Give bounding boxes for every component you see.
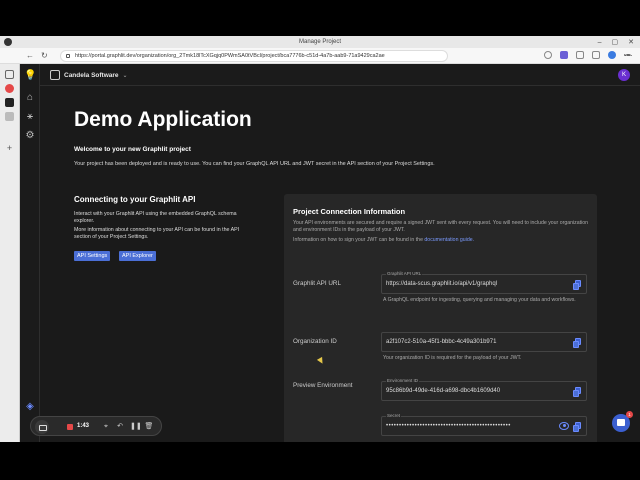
secret-field[interactable]: Secret •••••••••••••••••••••••••••••••••… xyxy=(381,413,587,436)
deployed-text: Your project has been deployed and is re… xyxy=(74,161,435,167)
minimize-icon[interactable]: – xyxy=(598,39,602,46)
api-settings-button[interactable]: API Settings xyxy=(74,251,111,261)
maximize-icon[interactable]: ▢ xyxy=(612,38,619,46)
star-icon[interactable] xyxy=(544,51,552,59)
cloud-icon[interactable] xyxy=(5,112,14,121)
home-icon[interactable]: ⌂ xyxy=(24,92,36,104)
welcome-heading: Welcome to your new Graphlit project xyxy=(74,146,191,153)
app-header: Candela Software ⌄ K xyxy=(40,64,640,86)
chat-launcher-button[interactable]: 1 xyxy=(612,411,633,432)
connecting-desc-2: More information about connecting to you… xyxy=(74,227,240,240)
recording-toolbar: 1:43 ⌖ ↶ ❚❚ 🗑 xyxy=(30,416,162,436)
card-info-text: Information on how to sign your JWT can … xyxy=(293,237,423,243)
settings-icon[interactable]: ⚙ xyxy=(24,130,36,142)
documentation-link[interactable]: documentation guide. xyxy=(424,237,474,243)
address-bar: ← ↻ https://portal.graphlit.dev/organiza… xyxy=(0,48,640,64)
window-title: Manage Project xyxy=(298,39,342,45)
org-id-label: Organization ID xyxy=(293,338,337,345)
avatar[interactable]: K xyxy=(618,69,630,81)
refresh-icon[interactable]: ↻ xyxy=(41,51,48,60)
favorites-icon[interactable] xyxy=(576,51,584,59)
more-icon[interactable] xyxy=(624,54,632,56)
layers-icon[interactable]: ◈ xyxy=(24,401,36,413)
graphql-url-field-label: Graphlit API URL xyxy=(386,271,423,276)
connecting-title: Connecting to your Graphlit API xyxy=(74,195,196,204)
org-selector[interactable]: Candela Software ⌄ xyxy=(50,68,128,82)
page-title: Demo Application xyxy=(74,108,252,131)
app-sidebar: 💡 ⌂ ⚹ ⚙ ◈ xyxy=(20,64,40,442)
collections-icon[interactable] xyxy=(592,51,600,59)
connecting-desc-1: Interact with your Graphlit API using th… xyxy=(74,211,237,224)
copy-icon[interactable] xyxy=(573,338,582,348)
url-text: https://portal.graphlit.dev/organization… xyxy=(75,53,385,59)
stop-record-button[interactable] xyxy=(67,424,73,430)
profile-icon[interactable] xyxy=(608,51,616,59)
environment-id-field[interactable]: Environment ID 95c86b9d-49de-416d-a698-d… xyxy=(381,378,587,401)
undo-icon[interactable]: ↶ xyxy=(115,421,125,433)
graphql-url-value: https://data-scus.graphlit.io/api/v1/gra… xyxy=(386,281,498,287)
eye-icon[interactable] xyxy=(559,422,569,430)
lock-icon xyxy=(66,54,70,58)
graphql-url-label: Graphlit API URL xyxy=(293,280,341,287)
api-explorer-button[interactable]: API Explorer xyxy=(119,251,156,261)
card-description: Your API environments are secured and re… xyxy=(293,220,588,233)
graphql-url-field[interactable]: Graphlit API URL https://data-scus.graph… xyxy=(381,271,587,294)
chevron-down-icon: ⌄ xyxy=(122,72,128,79)
crosshair-icon[interactable]: ⌖ xyxy=(101,421,111,433)
tab-icon[interactable] xyxy=(5,70,14,79)
org-name: Candela Software xyxy=(64,71,119,79)
org-logo-icon xyxy=(50,70,60,80)
card-title: Project Connection Information xyxy=(293,207,406,216)
recording-time: 1:43 xyxy=(77,423,90,429)
browser-side-toolbar: + xyxy=(0,64,20,442)
preview-environment-label: Preview Environment xyxy=(293,382,353,389)
app-icon[interactable] xyxy=(5,98,14,107)
copy-icon[interactable] xyxy=(573,422,582,432)
close-icon[interactable]: ✕ xyxy=(628,38,634,46)
back-icon[interactable]: ← xyxy=(26,51,34,60)
camera-icon[interactable] xyxy=(35,420,49,434)
graphql-url-help: A GraphQL endpoint for ingesting, queryi… xyxy=(383,297,576,303)
secret-field-label: Secret xyxy=(386,413,402,418)
add-icon[interactable]: + xyxy=(5,144,14,153)
graphlit-logo-icon: 💡 xyxy=(24,70,37,81)
pause-icon[interactable]: ❚❚ xyxy=(130,421,142,433)
environment-id-field-label: Environment ID xyxy=(386,378,420,383)
org-id-help: Your organization ID is required for the… xyxy=(383,355,522,361)
connection-card: Project Connection Information Your API … xyxy=(284,194,597,442)
graph-icon[interactable]: ⚹ xyxy=(24,111,36,123)
org-id-field[interactable]: a2f107c2-510a-45f1-bbbc-4c49a301b971 xyxy=(381,332,587,352)
environment-id-value: 95c86b9d-49de-416d-a698-dbc4b1609d40 xyxy=(386,388,501,394)
copy-icon[interactable] xyxy=(573,387,582,397)
url-field[interactable]: https://portal.graphlit.dev/organization… xyxy=(60,50,448,62)
extension-icon[interactable] xyxy=(560,51,568,59)
record-icon[interactable] xyxy=(5,84,14,93)
org-id-value: a2f107c2-510a-45f1-bbbc-4c49a301b971 xyxy=(386,339,497,345)
secret-value: ••••••••••••••••••••••••••••••••••••••••… xyxy=(386,423,511,429)
trash-icon[interactable]: 🗑 xyxy=(144,421,154,433)
main-content: Demo Application Welcome to your new Gra… xyxy=(40,86,640,442)
card-info: Information on how to sign your JWT can … xyxy=(293,237,474,243)
browser-titlebar: Manage Project – ▢ ✕ xyxy=(0,36,640,48)
copy-icon[interactable] xyxy=(573,280,582,290)
notification-badge: 1 xyxy=(626,411,633,418)
